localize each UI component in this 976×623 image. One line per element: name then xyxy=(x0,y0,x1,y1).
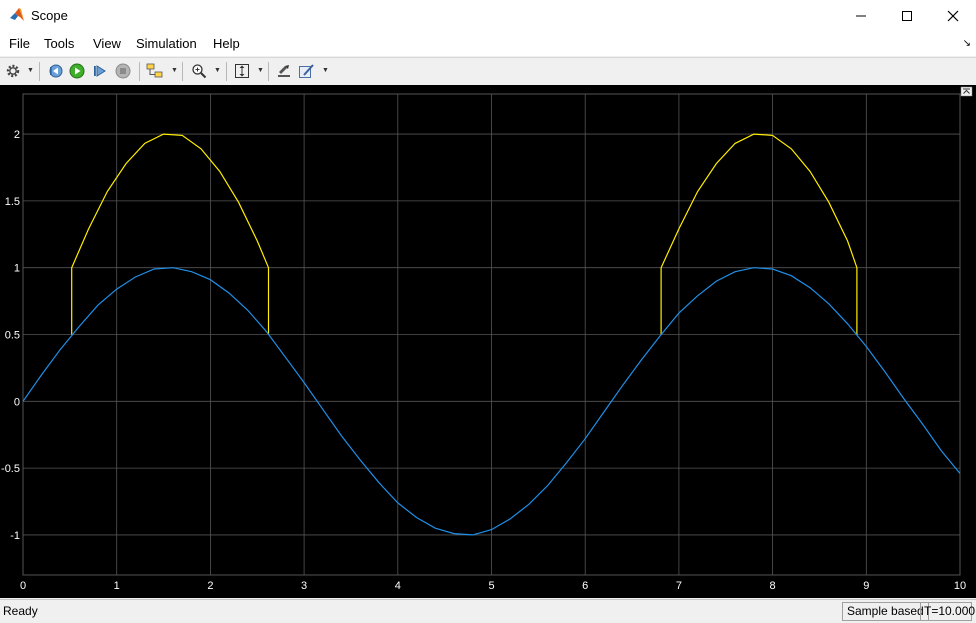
toolbar: ▼ ▼ ▼ ▼ ▼ xyxy=(0,57,976,86)
matlab-logo-icon xyxy=(9,7,25,23)
minimize-button[interactable] xyxy=(838,0,884,31)
scope-display: 0 1 2 3 4 5 6 7 8 9 10 -1 -0.5 0 0.5 1 1.5 2 xyxy=(0,85,976,598)
step-forward-icon xyxy=(94,65,106,77)
highlight-block-button[interactable] xyxy=(146,62,164,80)
window-title: Scope xyxy=(31,8,68,23)
bring-to-front-icon xyxy=(278,65,290,77)
x-tick-label: 4 xyxy=(395,580,401,592)
y-tick-label: 1 xyxy=(14,263,20,275)
maximize-icon xyxy=(902,10,912,21)
x-tick-label: 3 xyxy=(301,580,307,592)
y-tick-label: 0.5 xyxy=(5,330,20,342)
toolbar-separator xyxy=(268,62,269,81)
simulation-time: T=10.000 xyxy=(920,602,975,621)
status-text: Ready xyxy=(3,604,38,618)
highlight-dropdown-icon[interactable]: ▼ xyxy=(171,67,178,74)
x-tick-label: 7 xyxy=(676,580,682,592)
status-bar: Ready Sample based T=10.000 xyxy=(0,599,976,623)
menu-bar: File Tools View Simulation Help ↘ xyxy=(0,31,976,56)
step-forward-button[interactable] xyxy=(91,62,109,80)
x-tick-label: 6 xyxy=(582,580,588,592)
y-tick-label: 0 xyxy=(14,396,20,408)
style-icon xyxy=(299,64,314,78)
settings-button[interactable] xyxy=(4,62,22,80)
zoom-dropdown-icon[interactable]: ▼ xyxy=(214,67,221,74)
x-tick-label: 9 xyxy=(863,580,869,592)
maximize-button[interactable] xyxy=(884,0,930,31)
scale-axes-button[interactable] xyxy=(233,62,251,80)
signal-line-1 xyxy=(71,133,270,335)
scale-axes-icon xyxy=(235,64,249,78)
menu-help[interactable]: Help xyxy=(213,36,240,51)
x-tick-label: 10 xyxy=(954,580,966,592)
close-button[interactable] xyxy=(930,0,976,31)
style-dropdown-icon[interactable]: ▼ xyxy=(322,67,329,74)
x-tick-label: 5 xyxy=(488,580,494,592)
undock-arrow-icon[interactable]: ↘ xyxy=(963,38,971,49)
y-tick-label: 2 xyxy=(14,129,20,141)
x-tick-label: 0 xyxy=(20,580,26,592)
toolbar-separator xyxy=(139,62,140,81)
menu-file[interactable]: File xyxy=(9,36,30,51)
toolbar-separator xyxy=(182,62,183,81)
zoom-button[interactable] xyxy=(190,62,208,80)
settings-dropdown-icon[interactable]: ▼ xyxy=(27,67,34,74)
run-icon xyxy=(69,63,85,79)
style-button[interactable] xyxy=(298,62,316,80)
scope-plot[interactable]: 0 1 2 3 4 5 6 7 8 9 10 -1 -0.5 0 0.5 1 1.5 2 xyxy=(0,85,976,598)
y-tick-label: -0.5 xyxy=(1,463,20,475)
x-tick-label: 8 xyxy=(770,580,776,592)
x-tick-label: 2 xyxy=(207,580,213,592)
menu-tools[interactable]: Tools xyxy=(44,36,74,51)
title-bar: Scope xyxy=(0,0,976,31)
grid-lines xyxy=(22,93,961,576)
signal-line-2 xyxy=(660,133,858,335)
bring-to-front-button[interactable] xyxy=(275,62,293,80)
run-button[interactable] xyxy=(68,62,86,80)
highlight-simulink-block-icon xyxy=(146,63,163,78)
y-tick-label: -1 xyxy=(10,530,20,542)
stop-button[interactable] xyxy=(114,62,132,80)
zoom-icon xyxy=(192,64,207,79)
undock-axes-icon[interactable] xyxy=(960,86,973,97)
toolbar-separator xyxy=(226,62,227,81)
toolbar-separator xyxy=(39,62,40,81)
stop-icon xyxy=(115,63,131,79)
x-tick-label: 1 xyxy=(114,580,120,592)
menu-view[interactable]: View xyxy=(93,36,121,51)
close-icon xyxy=(947,10,959,21)
scale-dropdown-icon[interactable]: ▼ xyxy=(257,67,264,74)
gear-icon xyxy=(6,64,20,78)
y-tick-label: 1.5 xyxy=(5,196,20,208)
step-back-button[interactable] xyxy=(46,62,64,80)
menu-simulation[interactable]: Simulation xyxy=(136,36,197,51)
step-back-icon xyxy=(49,64,63,78)
minimize-icon xyxy=(856,15,866,16)
sample-mode-indicator: Sample based xyxy=(842,602,929,621)
tick-labels: 0 1 2 3 4 5 6 7 8 9 10 -1 -0.5 0 0.5 1 1.5 2 xyxy=(1,129,966,592)
